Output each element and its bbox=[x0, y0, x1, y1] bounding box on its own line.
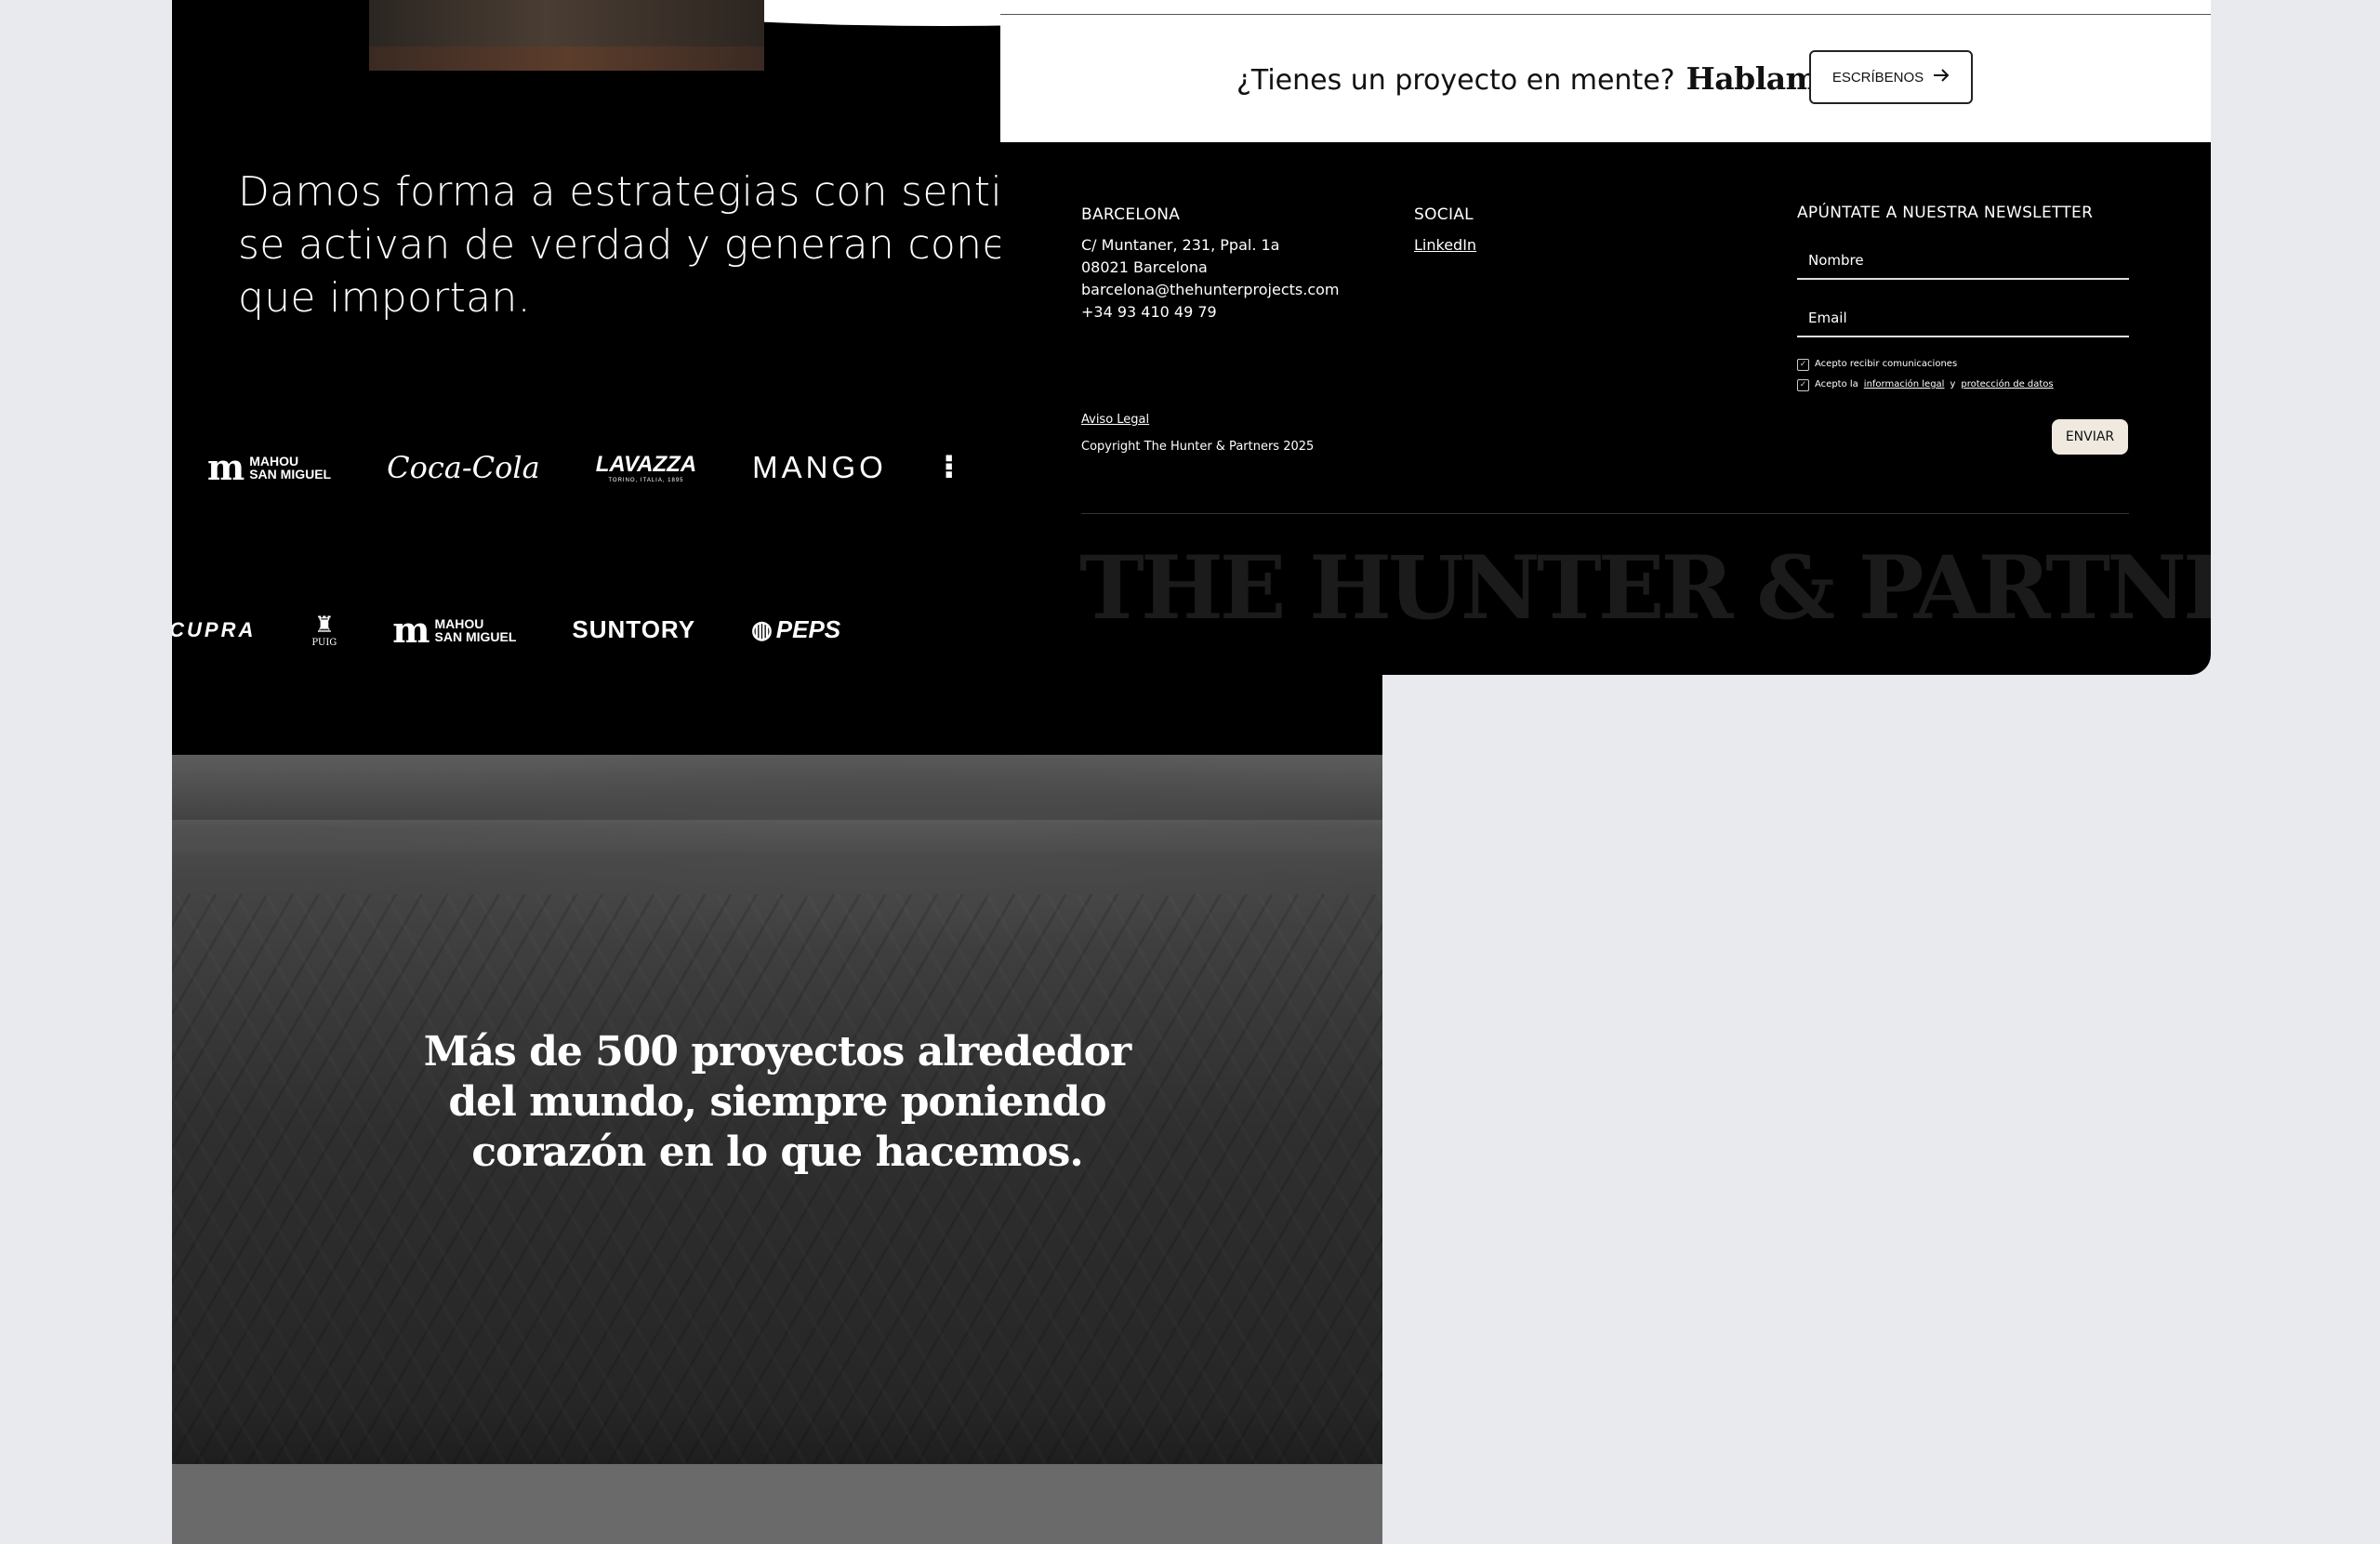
sea-horizon bbox=[172, 820, 1382, 857]
copyright: Copyright The Hunter & Partners 2025 bbox=[1081, 440, 1315, 454]
legal-notice-link[interactable]: Aviso Legal bbox=[1081, 406, 1314, 433]
suntory-logo: SUNTORY bbox=[572, 615, 696, 643]
contact-phone[interactable]: +34 93 410 49 79 bbox=[1081, 301, 1340, 323]
mahou-san-miguel-logo: m MAHOU SAN MIGUEL bbox=[207, 446, 332, 488]
email-input[interactable] bbox=[1808, 310, 2115, 326]
legal-block: Aviso Legal Copyright The Hunter & Partn… bbox=[1081, 406, 1314, 460]
address-line: 08021 Barcelona bbox=[1081, 258, 1208, 276]
consent-legal-prefix: Acepto la bbox=[1815, 379, 1858, 389]
newsletter-form: APÚNTATE A NUESTRA NEWSLETTER ✓ Acepto r… bbox=[1797, 204, 2129, 395]
linkedin-link[interactable]: LinkedIn bbox=[1414, 236, 1476, 254]
divider bbox=[1000, 14, 2211, 15]
interior-photo bbox=[369, 0, 764, 71]
coca-cola-logo: Coca-Cola bbox=[387, 449, 540, 485]
email-field-wrapper bbox=[1797, 280, 2129, 337]
contact-email[interactable]: barcelona@thehunterprojects.com bbox=[1081, 279, 1340, 301]
barcelona-contact: BARCELONA C/ Muntaner, 231, Ppal. 1a 080… bbox=[1081, 204, 1340, 323]
legal-info-link[interactable]: información legal bbox=[1864, 375, 1945, 395]
data-protection-link[interactable]: protección de datos bbox=[1961, 375, 2053, 395]
social-links: SOCIAL LinkedIn bbox=[1414, 204, 1476, 257]
address-line: C/ Muntaner, 231, Ppal. 1a bbox=[1081, 236, 1280, 254]
footer-divider bbox=[1081, 513, 2129, 514]
cta-question: ¿Tienes un proyecto en mente? bbox=[1236, 64, 1675, 97]
puig-logo: ♜ PUIG bbox=[311, 612, 337, 648]
arrow-right-icon bbox=[1933, 69, 1950, 86]
client-logos-row-2: / CUPRA ♜ PUIG m MAHOUSAN MIGUEL SUNTORY… bbox=[172, 609, 896, 651]
consent-comms: ✓ Acepto recibir comunicaciones bbox=[1797, 354, 2129, 375]
brand-wordmark: THE HUNTER & PARTNERS bbox=[1079, 537, 2211, 640]
consent-comms-label: Acepto recibir comunicaciones bbox=[1815, 359, 1958, 369]
write-us-button[interactable]: ESCRÍBENOS bbox=[1809, 50, 1973, 104]
cupra-logo: / CUPRA bbox=[172, 617, 257, 641]
city-aerial-section: Más de 500 proyectos alrededor del mundo… bbox=[172, 755, 1382, 1464]
footer-card: ¿Tienes un proyecto en mente? Hablamos E… bbox=[1000, 0, 2211, 675]
cta-bar: ¿Tienes un proyecto en mente? Hablamos E… bbox=[1000, 0, 2211, 142]
partial-logo: ⁝ bbox=[942, 448, 956, 486]
consent-comms-checkbox[interactable]: ✓ bbox=[1797, 358, 1809, 371]
projects-headline: Más de 500 proyectos alrededor del mundo… bbox=[423, 1028, 1131, 1176]
social-heading: SOCIAL bbox=[1414, 205, 1474, 224]
newsletter-heading: APÚNTATE A NUESTRA NEWSLETTER bbox=[1797, 204, 2094, 222]
name-input[interactable] bbox=[1808, 252, 2115, 269]
consent-legal-checkbox[interactable]: ✓ bbox=[1797, 378, 1809, 391]
name-field-wrapper bbox=[1797, 222, 2129, 280]
lavazza-logo: LAVAZZA TORINO, ITALIA, 1895 bbox=[595, 451, 697, 483]
submit-button[interactable]: ENVIAR bbox=[2052, 419, 2128, 455]
next-section-strip bbox=[172, 1464, 1382, 1544]
consent-legal: ✓ Acepto la información legal y protecci… bbox=[1797, 375, 2129, 395]
consent-legal-and: y bbox=[1950, 379, 1956, 389]
mango-logo: MANGO bbox=[752, 449, 887, 484]
cta-text: ¿Tienes un proyecto en mente? Hablamos bbox=[1236, 60, 1855, 97]
barcelona-heading: BARCELONA bbox=[1081, 205, 1181, 224]
consent-checks: ✓ Acepto recibir comunicaciones ✓ Acepto… bbox=[1797, 354, 2129, 395]
write-us-label: ESCRÍBENOS bbox=[1831, 69, 1924, 86]
pepsi-logo: ◍ PEPS bbox=[751, 615, 841, 643]
client-logos-row-1: m MAHOU SAN MIGUEL Coca-Cola LAVAZZA TORI… bbox=[207, 446, 1012, 488]
mahou-san-miguel-logo: m MAHOU SAN MIGUEL bbox=[392, 609, 517, 651]
city-texture bbox=[172, 894, 1382, 1464]
